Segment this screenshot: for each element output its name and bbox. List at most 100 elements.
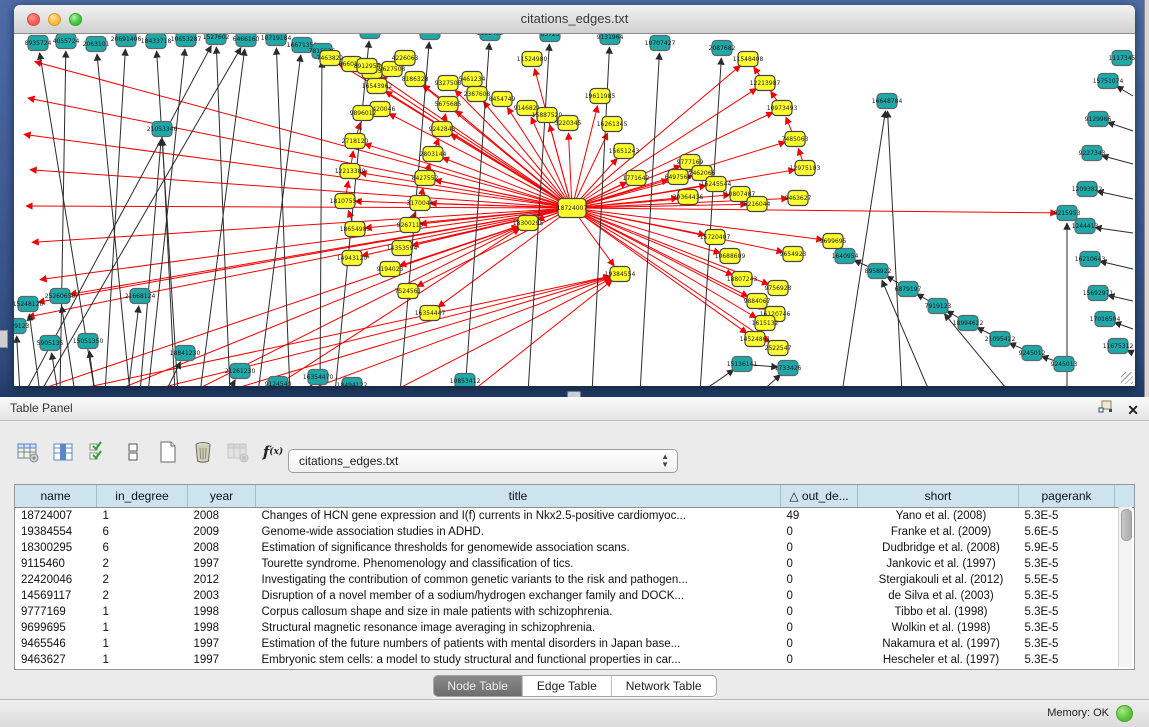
citation-edge-black[interactable] [700, 58, 721, 386]
table-cell[interactable]: Structural magnetic resonance image aver… [256, 620, 781, 636]
table-cell[interactable]: 1998 [188, 604, 256, 620]
table-cell[interactable]: 5.5E-5 [1019, 572, 1115, 588]
table-cell[interactable]: de Silva et al. (2003) [858, 588, 1019, 604]
network-canvas[interactable]: 8935724405572420631012069140618433718106… [14, 34, 1135, 386]
table-cell[interactable]: 9699695 [15, 620, 97, 636]
citation-edge-black[interactable] [888, 111, 902, 386]
citation-edge-black[interactable] [1114, 322, 1133, 329]
citation-edge-black[interactable] [17, 336, 20, 386]
table-cell[interactable]: Estimation of the future numbers of pati… [256, 636, 781, 652]
table-cell[interactable]: 2009 [188, 524, 256, 540]
table-cell[interactable]: Corpus callosum shape and size in male p… [256, 604, 781, 620]
citation-edge-black[interactable] [258, 55, 301, 386]
citation-edge-black[interactable] [97, 54, 130, 386]
table-scrollbar-thumb[interactable] [1121, 509, 1132, 541]
citation-edge-red[interactable] [40, 208, 572, 280]
table-cell[interactable]: 18724007 [15, 508, 97, 525]
table-cell[interactable]: 1997 [188, 636, 256, 652]
table-cell[interactable]: 9777169 [15, 604, 97, 620]
close-panel-icon[interactable]: ✕ [1127, 402, 1139, 418]
window-resize-grip[interactable] [1121, 372, 1133, 384]
table-cell[interactable]: 2008 [188, 540, 256, 556]
table-cell[interactable]: 5.3E-5 [1019, 636, 1115, 652]
citation-edge-red[interactable] [110, 227, 519, 386]
table-cell[interactable]: Franke et al. (2009) [858, 524, 1019, 540]
citation-edge-red[interactable] [417, 208, 572, 286]
table-cell[interactable]: 0 [781, 652, 858, 668]
table-cell[interactable]: 9465546 [15, 636, 97, 652]
table-cell[interactable]: Tibbo et al. (1998) [858, 604, 1019, 620]
table-cell[interactable]: Nakamura et al. (1997) [858, 636, 1019, 652]
network-view[interactable]: 8935724405572420631012069140618433718106… [14, 34, 1135, 386]
table-cell[interactable]: Tourette syndrome. Phenomenology and cla… [256, 556, 781, 572]
table-cell[interactable]: 0 [781, 540, 858, 556]
citation-edge-red[interactable] [32, 208, 572, 242]
citation-edge-red[interactable] [26, 206, 572, 208]
citation-edge-red[interactable] [28, 98, 572, 208]
table-cell[interactable]: Wolkin et al. (1998) [858, 620, 1019, 636]
table-cell[interactable]: 5.3E-5 [1019, 652, 1115, 668]
float-panel-icon[interactable] [1098, 400, 1113, 419]
citation-edge-black[interactable] [306, 385, 312, 386]
citation-edge-black[interactable] [60, 51, 66, 386]
table-cell[interactable]: 0 [781, 588, 858, 604]
citation-edge-black[interactable] [52, 353, 58, 386]
table-row[interactable]: 1938455462009Genome-wide association stu… [15, 524, 1135, 540]
table-row[interactable]: 946362711997Embryonic stem cells: a mode… [15, 652, 1135, 668]
table-row[interactable]: 1830029562008Estimation of significance … [15, 540, 1135, 556]
table-row[interactable]: 1872400712008Changes of HCN gene express… [15, 508, 1135, 525]
table-cell[interactable]: 5.9E-5 [1019, 540, 1115, 556]
table-row[interactable]: 969969511998Structural magnetic resonanc… [15, 620, 1135, 636]
table-cell[interactable]: 0 [781, 620, 858, 636]
table-cell[interactable]: 9463627 [15, 652, 97, 668]
citation-edge-black[interactable] [128, 306, 139, 386]
delete-table-icon[interactable] [191, 440, 215, 464]
column-header-out_de[interactable]: △ out_de... [781, 485, 858, 508]
citation-edge-black[interactable] [335, 41, 369, 386]
table-cell[interactable]: Dudbridge et al. (2008) [858, 540, 1019, 556]
citation-edge-red[interactable] [38, 208, 572, 302]
column-header-name[interactable]: name [15, 485, 97, 508]
table-cell[interactable]: 2 [97, 556, 188, 572]
toggle-columns-icon[interactable] [86, 440, 110, 464]
panel-collapse-handle[interactable] [0, 330, 8, 348]
table-cell[interactable]: 5.6E-5 [1019, 524, 1115, 540]
citation-edge-black[interactable] [89, 351, 95, 386]
citation-edge-black[interactable] [62, 306, 75, 386]
column-header-title[interactable]: title [256, 485, 781, 508]
memory-ok-indicator[interactable] [1116, 705, 1133, 722]
table-cell[interactable]: Stergiakouli et al. (2012) [858, 572, 1019, 588]
citation-edge-black[interactable] [157, 51, 178, 386]
citation-edge-red[interactable] [35, 62, 572, 208]
table-cell[interactable]: Disruption of a novel member of a sodium… [256, 588, 781, 604]
table-cell[interactable]: 2 [97, 572, 188, 588]
table-cell[interactable]: 2003 [188, 588, 256, 604]
table-cell[interactable]: 22420046 [15, 572, 97, 588]
table-cell[interactable]: 5.3E-5 [1019, 620, 1115, 636]
window-titlebar[interactable]: citations_edges.txt [14, 5, 1135, 34]
citation-edge-black[interactable] [40, 48, 241, 386]
table-cell[interactable]: 49 [781, 508, 858, 525]
citation-edge-black[interactable] [700, 370, 734, 386]
table-cell[interactable]: 0 [781, 524, 858, 540]
table-cell[interactable]: Changes of HCN gene expression and I(f) … [256, 508, 781, 525]
tab-edge-table[interactable]: Edge Table [523, 676, 612, 696]
citation-edge-red[interactable] [412, 208, 572, 246]
table-cell[interactable]: Jankovic et al. (1997) [858, 556, 1019, 572]
column-header-pagerank[interactable]: pagerank [1019, 485, 1115, 508]
table-cell[interactable]: Genome-wide association studies in ADHD. [256, 524, 781, 540]
citation-edge-black[interactable] [1107, 122, 1133, 131]
table-cell[interactable]: Embryonic stem cells: a model to study s… [256, 652, 781, 668]
rows-icon[interactable] [121, 440, 145, 464]
table-cell[interactable]: 1 [97, 652, 188, 668]
table-cell[interactable]: 2012 [188, 572, 256, 588]
column-header-short[interactable]: short [858, 485, 1019, 508]
table-cell[interactable]: 0 [781, 556, 858, 572]
table-row[interactable]: 1456911722003Disruption of a novel membe… [15, 588, 1135, 604]
citation-edge-black[interactable] [1095, 227, 1133, 233]
table-cell[interactable]: 6 [97, 540, 188, 556]
new-document-icon[interactable] [156, 440, 180, 464]
table-row[interactable]: 2242004622012Investigating the contribut… [15, 572, 1135, 588]
citation-edge-black[interactable] [1117, 86, 1133, 96]
tab-network-table[interactable]: Network Table [612, 676, 716, 696]
